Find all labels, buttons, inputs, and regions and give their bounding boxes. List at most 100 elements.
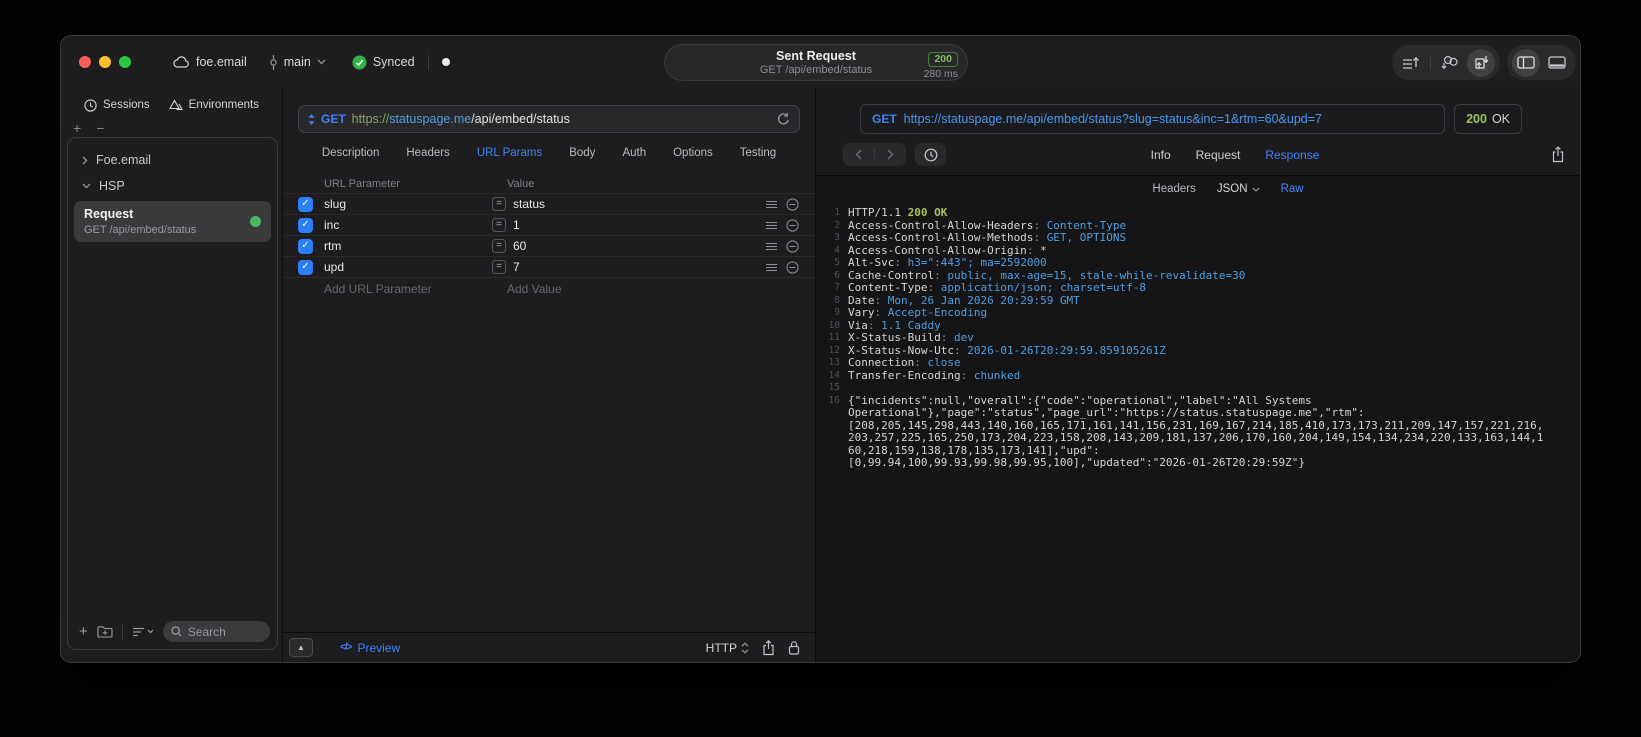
remove-param-icon[interactable] [786,260,799,274]
tab-headers[interactable]: Headers [406,147,449,159]
code-line: 7 Content-Type: application/json; charset… [816,281,1580,295]
drag-handle-icon[interactable] [766,200,777,209]
sent-request-summary[interactable]: Sent Request GET /api/embed/status 200 2… [664,44,968,81]
tab-sessions[interactable]: Sessions [84,98,150,112]
tab-options[interactable]: Options [673,147,713,159]
project-menu[interactable]: foe.email [173,55,247,69]
line-number [816,445,840,458]
header-key: Vary [848,306,875,319]
param-checkbox[interactable]: ✓ [298,238,313,254]
drag-handle-icon[interactable] [766,242,777,251]
request-url-bar[interactable]: GET https://statuspage.me/api/embed/stat… [298,105,800,133]
tab-testing[interactable]: Testing [740,147,776,159]
toggle-bottom-panel-icon[interactable] [1543,49,1571,77]
response-status-text: OK [1491,112,1510,126]
line-number: 15 [828,382,840,393]
add-request-button[interactable]: + [79,623,88,640]
drag-handle-icon[interactable] [766,221,777,230]
request-url[interactable]: https://statuspage.me/api/embed/status [352,112,771,126]
line-number [816,432,840,445]
zoom-button[interactable] [119,56,131,68]
export-response-icon[interactable] [1551,146,1565,163]
param-value[interactable]: status [513,197,766,211]
remove-param-icon[interactable] [786,197,799,211]
param-value[interactable]: 1 [513,218,766,232]
toggle-left-sidebar-icon[interactable] [1512,48,1540,77]
param-checkbox[interactable]: ✓ [298,259,313,275]
response-code[interactable]: 1 HTTP/1.1 200 OK 2 Access-Control-Allow-He… [816,202,1580,662]
search-input[interactable]: Search [162,621,270,642]
sent-url-box[interactable]: GET https://statuspage.me/api/embed/stat… [860,104,1446,134]
request-list-reorder-icon[interactable] [1397,49,1425,77]
param-row: ✓ upd = 7 [283,256,815,277]
minimize-button[interactable] [99,56,111,68]
param-name[interactable]: upd [324,260,492,274]
code-line: Operational"},"page":"status","page_url"… [816,406,1580,420]
tab-headers[interactable]: Headers [1152,183,1195,195]
desktop: foe.email main Synced Sent Request GET /… [0,0,1641,737]
tree-group-foe-email[interactable]: Foe.email [73,147,272,173]
tab-info[interactable]: Info [1151,148,1171,162]
add-session-button[interactable]: + [73,120,81,136]
request-list-item-selected[interactable]: Request GET /api/embed/status [74,201,271,242]
sort-options-button[interactable] [132,627,154,637]
sync-pull-icon[interactable] [1436,49,1464,77]
remove-session-button[interactable]: − [96,120,104,136]
sync-status-label: Synced [372,55,415,69]
protocol-selector[interactable]: HTTP [706,641,749,655]
chevron-down-icon [317,59,326,65]
transfer-requests-icon[interactable] [1467,48,1495,77]
share-request-icon[interactable] [762,639,775,656]
tab-request[interactable]: Request [1196,148,1241,162]
tree-group-hsp[interactable]: HSP [73,173,272,199]
param-name[interactable]: rtm [324,239,492,253]
preview-toggle-button[interactable]: </> Preview [340,641,400,655]
tab-json[interactable]: JSON [1217,183,1260,195]
expand-editor-button[interactable]: ▲ [289,638,313,657]
drag-handle-icon[interactable] [766,263,777,272]
tab-body[interactable]: Body [569,147,595,159]
send-request-icon[interactable] [777,112,790,126]
search-placeholder: Search [187,624,226,639]
close-button[interactable] [79,56,91,68]
http-protocol: HTTP/1.1 [848,206,908,219]
line-number: 4 [834,244,840,256]
param-checkbox[interactable]: ✓ [298,217,313,233]
line-number: 2 [834,219,840,231]
lock-icon[interactable] [788,640,800,655]
param-table-header: URL Parameter Value [283,175,815,193]
param-value[interactable]: 7 [513,260,766,274]
param-value[interactable]: 60 [513,239,766,253]
tab-raw[interactable]: Raw [1281,183,1304,195]
tab-auth[interactable]: Auth [622,147,646,159]
param-name[interactable]: inc [324,218,492,232]
add-param-value-placeholder[interactable]: Add Value [507,282,562,296]
tab-response[interactable]: Response [1265,148,1319,162]
new-folder-button[interactable] [97,625,113,638]
request-method[interactable]: GET [321,112,346,126]
branch-menu[interactable]: main [269,54,326,70]
request-item-text: Request GET /api/embed/status [84,206,196,237]
chevron-down-icon [1252,187,1259,192]
add-param-name-placeholder[interactable]: Add URL Parameter [324,282,507,296]
titlebar: foe.email main Synced Sent Request GET /… [61,36,1580,88]
tab-description[interactable]: Description [322,147,380,159]
tree-group-label: HSP [99,179,125,193]
header-value: h3=":443"; ma=2592000 [907,256,1047,269]
header-value: close [927,356,961,369]
remove-param-icon[interactable] [786,218,799,232]
param-add-row: Add URL Parameter Add Value [283,277,815,299]
remove-param-icon[interactable] [786,239,799,253]
titlebar-actions [1392,45,1576,80]
header-value: application/json; charset=utf-8 [940,281,1147,294]
sync-status[interactable]: Synced [352,55,415,70]
response-nav-row: Info Request Response [816,134,1580,175]
tab-environments[interactable]: Environments [168,98,259,112]
tab-url-params[interactable]: URL Params [477,147,542,159]
param-name[interactable]: slug [324,197,492,211]
workflow-actions-group [1392,45,1500,80]
environments-icon [168,98,183,112]
param-checkbox[interactable]: ✓ [298,196,313,212]
header-value: GET, OPTIONS [1046,231,1127,244]
